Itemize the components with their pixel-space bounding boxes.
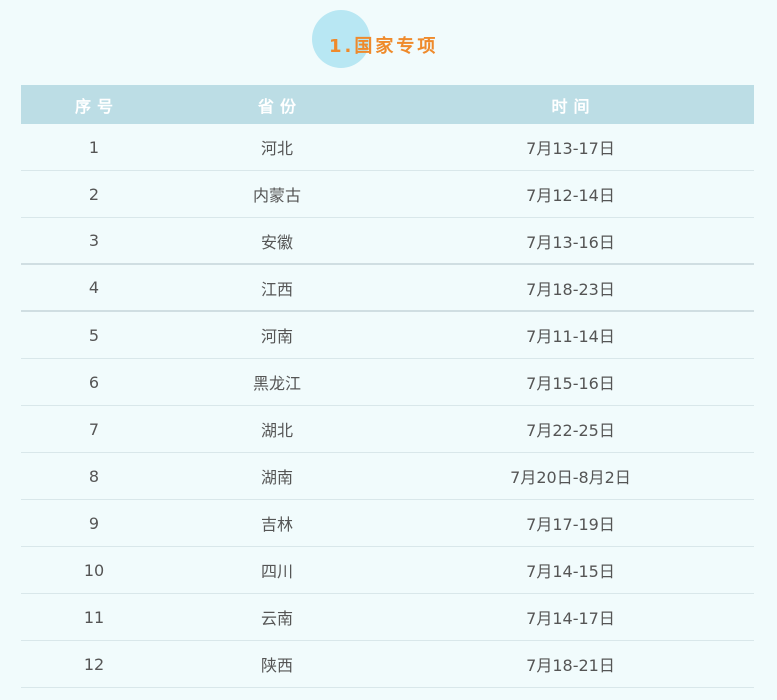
- cell-no: 4: [88, 278, 100, 297]
- table-row: 9 吉林 7月17-19日: [21, 500, 754, 547]
- cell-time: 7月22-25日: [526, 421, 615, 440]
- table-row: 6 黑龙江 7月15-16日: [21, 359, 754, 406]
- cell-time: 7月14-17日: [526, 609, 615, 628]
- cell-no: 10: [83, 560, 105, 580]
- cell-province: 安徽: [260, 232, 293, 252]
- table-row: 1 河北 7月13-17日: [21, 124, 754, 171]
- cell-province: 湖北: [260, 421, 293, 440]
- page: 1.国家专项 序号 省份 时间 1 河北 7月13-17日 2 内蒙古 7月12…: [0, 0, 777, 700]
- cell-no: 7: [88, 419, 100, 439]
- cell-time: 7月17-19日: [526, 515, 615, 534]
- cell-time: 7月18-23日: [526, 279, 615, 299]
- cell-no: 3: [88, 231, 100, 250]
- cell-no: 8: [88, 466, 100, 486]
- table-row: 2 内蒙古 7月12-14日: [21, 171, 754, 218]
- header-no: 序号: [74, 96, 119, 116]
- cell-no: 1: [88, 137, 100, 157]
- cell-province: 吉林: [260, 515, 293, 534]
- cell-province: 河南: [260, 327, 293, 346]
- table-row: 4 江西 7月18-23日: [21, 265, 754, 312]
- table-row: 10 四川 7月14-15日: [21, 547, 754, 594]
- cell-time: 7月20日-8月2日: [510, 468, 631, 487]
- cell-no: 9: [88, 513, 100, 533]
- section-title-text: 1.国家专项: [329, 36, 439, 57]
- cell-province: 黑龙江: [252, 374, 301, 393]
- cell-time: 7月13-16日: [526, 232, 615, 252]
- cell-no: 6: [88, 372, 100, 392]
- cell-no: 2: [88, 184, 100, 204]
- cell-time: 7月13-17日: [526, 139, 615, 158]
- cell-no: 11: [83, 607, 105, 627]
- cell-time: 7月15-16日: [526, 374, 615, 393]
- table-row: 12 陕西 7月18-21日: [21, 641, 754, 688]
- cell-no: 5: [88, 325, 100, 345]
- table-row: 3 安徽 7月13-16日: [21, 218, 754, 265]
- cell-province: 四川: [260, 562, 293, 581]
- table-row: 8 湖南 7月20日-8月2日: [21, 453, 754, 500]
- cell-province: 云南: [260, 609, 293, 628]
- cell-time: 7月14-15日: [526, 562, 615, 581]
- cell-no: 12: [83, 654, 105, 674]
- table-row: 7 湖北 7月22-25日: [21, 406, 754, 453]
- header-time: 时间: [551, 96, 596, 116]
- cell-province: 陕西: [260, 656, 293, 675]
- schedule-table: 序号 省份 时间 1 河北 7月13-17日 2 内蒙古 7月12-14日 3 …: [21, 85, 754, 688]
- cell-province: 江西: [260, 279, 293, 299]
- table-row: 11 云南 7月14-17日: [21, 594, 754, 641]
- cell-province: 湖南: [260, 468, 293, 487]
- section-title: 1.国家专项: [0, 10, 777, 68]
- cell-time: 7月12-14日: [526, 186, 615, 205]
- cell-time: 7月18-21日: [526, 656, 615, 675]
- cell-province: 河北: [260, 139, 293, 158]
- cell-province: 内蒙古: [252, 186, 301, 205]
- table-row: 5 河南 7月11-14日: [21, 312, 754, 359]
- table-header: 序号 省份 时间: [21, 85, 754, 124]
- cell-time: 7月11-14日: [526, 327, 615, 346]
- header-province: 省份: [257, 96, 302, 116]
